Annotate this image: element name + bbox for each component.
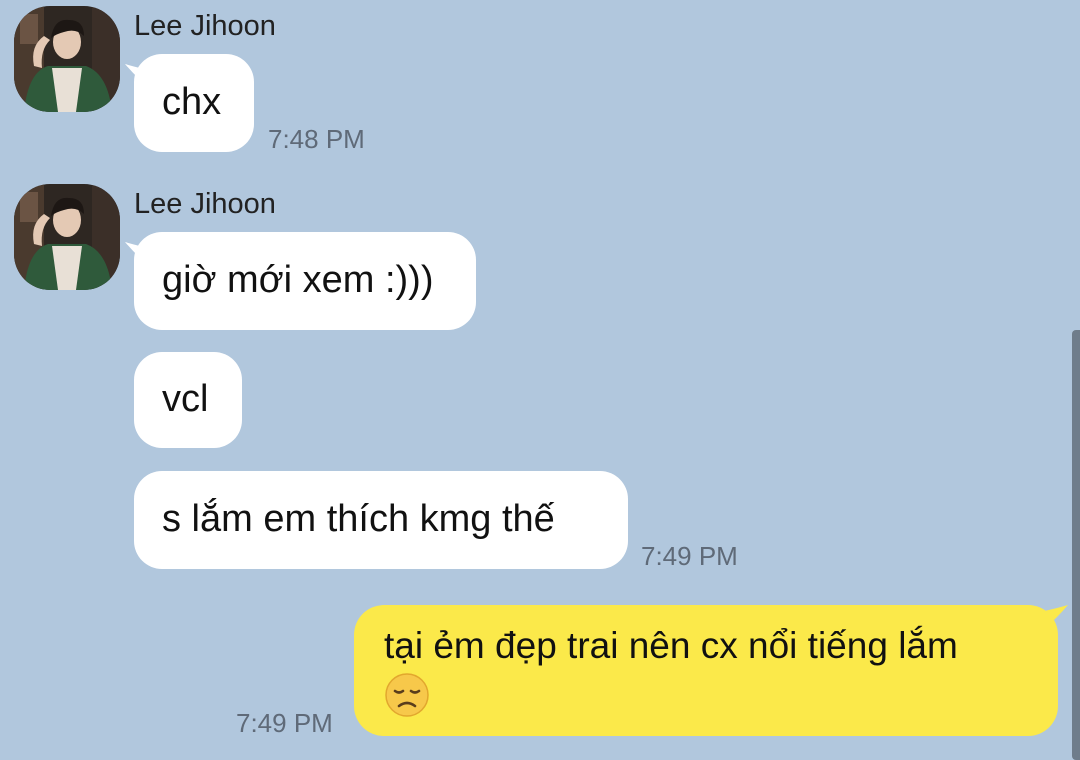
bubble-tail-icon <box>1044 605 1068 629</box>
avatar-photo-icon <box>14 184 120 290</box>
message-text: s lắm em thích kmg thế <box>162 498 555 541</box>
chat-message-list: Lee Jihoon chx 7:48 PM Lee Jihoon giờ mớ… <box>0 0 1080 760</box>
disappointed-face-icon <box>385 672 429 717</box>
message-text: giờ mới xem :))) <box>162 259 434 302</box>
message-bubble[interactable]: chx <box>125 54 254 152</box>
avatar-photo-icon <box>14 6 120 112</box>
bubble-tail-icon <box>125 64 149 88</box>
message-timestamp: 7:48 PM <box>268 124 365 154</box>
message-text: vcl <box>162 378 209 421</box>
sender-avatar[interactable] <box>14 6 120 112</box>
message-bubble[interactable]: s lắm em thích kmg thế <box>134 471 628 569</box>
message-timestamp: 7:49 PM <box>641 541 738 571</box>
message-text: tại ẻm đẹp trai nên cx nổi tiếng lắm <box>384 625 958 666</box>
message-bubble[interactable]: vcl <box>134 352 242 448</box>
message-bubble[interactable]: giờ mới xem :))) <box>125 232 476 330</box>
scrollbar[interactable] <box>1072 330 1080 760</box>
bubble-tail-icon <box>125 242 149 266</box>
sender-name: Lee Jihoon <box>134 188 276 220</box>
sender-name: Lee Jihoon <box>134 10 276 42</box>
message-timestamp: 7:49 PM <box>236 708 333 738</box>
message-text: chx <box>162 81 222 124</box>
sender-avatar[interactable] <box>14 184 120 290</box>
outgoing-message-bubble[interactable]: tại ẻm đẹp trai nên cx nổi tiếng lắm <box>354 605 1068 736</box>
